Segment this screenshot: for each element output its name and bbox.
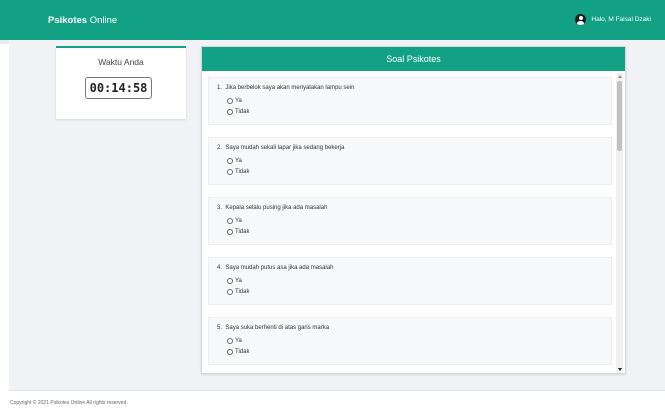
brand-bold: Psikotes <box>48 15 88 26</box>
option-tidak[interactable]: Tidak <box>227 349 249 355</box>
question-text: 1. Jika berbelok saya akan menyalakan la… <box>217 85 355 91</box>
user-menu[interactable]: Halo, M Faisal Dzaki <box>575 14 651 25</box>
option-tidak[interactable]: Tidak <box>227 109 249 115</box>
questions-card: Soal Psikotes 1. Jika berbelok saya akan… <box>201 46 626 374</box>
option-tidak[interactable]: Tidak <box>227 169 249 175</box>
left-strip-divider <box>0 40 9 44</box>
radio-button[interactable] <box>227 338 233 344</box>
radio-button[interactable] <box>227 349 233 355</box>
scroll-up-arrow-icon[interactable] <box>617 75 622 78</box>
radio-button[interactable] <box>227 218 233 224</box>
option-ya[interactable]: Ya <box>227 218 242 224</box>
question-text: 2. Saya mudah sekali lapar jika sedang b… <box>217 145 345 151</box>
question-text: 3. Kepala selalu pusing jika ada masalah <box>217 205 328 211</box>
radio-button[interactable] <box>227 229 233 235</box>
option-ya[interactable]: Ya <box>227 158 242 164</box>
top-navbar: Psikotes Online Halo, M Faisal Dzaki <box>0 0 665 40</box>
question-item: 4. Saya mudah putus asa jika ada masalah… <box>208 257 612 305</box>
scrollbar-thumb[interactable] <box>617 81 622 151</box>
question-text: 5. Saya suka berhenti di atas garis mark… <box>217 325 330 331</box>
radio-button[interactable] <box>227 278 233 284</box>
option-ya[interactable]: Ya <box>227 338 242 344</box>
user-greeting: Halo, M Faisal Dzaki <box>591 16 651 23</box>
radio-button[interactable] <box>227 109 233 115</box>
question-item: 2. Saya mudah sekali lapar jika sedang b… <box>208 137 612 185</box>
question-item: 5. Saya suka berhenti di atas garis mark… <box>208 317 612 365</box>
scroll-down-arrow-icon[interactable] <box>617 368 622 371</box>
radio-button[interactable] <box>227 158 233 164</box>
radio-button[interactable] <box>227 169 233 175</box>
countdown-timer: 00:14:58 <box>85 77 152 99</box>
vertical-scrollbar[interactable] <box>616 73 623 373</box>
question-text: 4. Saya mudah putus asa jika ada masalah <box>217 265 334 271</box>
radio-button[interactable] <box>227 98 233 104</box>
question-item: 3. Kepala selalu pusing jika ada masalah… <box>208 197 612 245</box>
user-circle-icon <box>575 14 587 25</box>
questions-list[interactable]: 1. Jika berbelok saya akan menyalakan la… <box>202 71 625 373</box>
brand-logo[interactable]: Psikotes Online <box>48 15 117 26</box>
timer-card: Waktu Anda 00:14:58 <box>56 46 186 119</box>
footer-copyright: Copyright © 2021 Psikotes Online All rig… <box>10 400 128 406</box>
question-item: 1. Jika berbelok saya akan menyalakan la… <box>208 77 612 125</box>
radio-button[interactable] <box>227 289 233 295</box>
option-tidak[interactable]: Tidak <box>227 229 249 235</box>
timer-title: Waktu Anda <box>98 57 144 67</box>
left-strip <box>0 40 9 409</box>
option-ya[interactable]: Ya <box>227 98 242 104</box>
option-ya[interactable]: Ya <box>227 278 242 284</box>
questions-header: Soal Psikotes <box>202 47 625 71</box>
brand-rest: Online <box>87 15 118 26</box>
option-tidak[interactable]: Tidak <box>227 289 249 295</box>
